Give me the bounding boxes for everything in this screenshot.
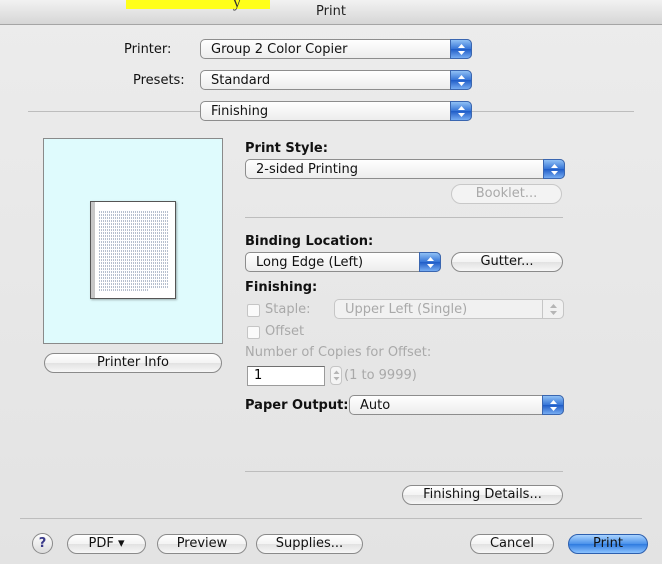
print-style-value: 2-sided Printing	[256, 162, 358, 177]
print-button[interactable]: Print	[568, 534, 648, 554]
copies-range-text: (1 to 9999)	[344, 368, 417, 383]
popup-arrows-icon	[542, 299, 564, 319]
panel-value: Finishing	[211, 104, 269, 119]
footer-separator	[20, 518, 642, 519]
supplies-button[interactable]: Supplies...	[256, 534, 363, 554]
panel-popup[interactable]: Finishing	[200, 101, 472, 121]
finishing-details-button[interactable]: Finishing Details...	[402, 485, 563, 505]
popup-arrows-icon	[542, 395, 564, 415]
finishing-label: Finishing:	[245, 280, 318, 295]
presets-popup[interactable]: Standard	[200, 70, 472, 90]
staple-label: Staple:	[265, 302, 311, 317]
binding-location-value: Long Edge (Left)	[256, 255, 364, 270]
popup-arrows-icon	[543, 159, 565, 179]
paper-output-popup[interactable]: Auto	[349, 395, 564, 415]
popup-arrows-icon	[450, 70, 472, 90]
stepper-arrows-icon	[333, 370, 340, 381]
pdf-menu-button[interactable]: PDF ▾	[67, 534, 146, 554]
staple-popup[interactable]: Upper Left (Single)	[334, 299, 564, 319]
gutter-button[interactable]: Gutter...	[451, 252, 563, 272]
title-bar: y Print	[0, 0, 662, 25]
offset-checkbox[interactable]	[247, 326, 260, 339]
binding-location-popup[interactable]: Long Edge (Left)	[245, 252, 441, 272]
page-preview	[43, 138, 223, 344]
print-dialog: y Print Printer: Group 2 Color Copier Pr…	[0, 0, 662, 564]
printer-value: Group 2 Color Copier	[211, 42, 348, 57]
printer-label: Printer:	[124, 42, 172, 57]
copies-for-offset-label: Number of Copies for Offset:	[245, 345, 432, 360]
presets-label: Presets:	[133, 73, 185, 88]
preview-button[interactable]: Preview	[157, 534, 247, 554]
printer-info-button[interactable]: Printer Info	[44, 353, 222, 373]
cancel-button[interactable]: Cancel	[470, 534, 554, 554]
binding-location-label: Binding Location:	[245, 234, 374, 249]
offset-label: Offset	[265, 324, 305, 339]
copies-for-offset-field[interactable]: 1	[247, 366, 325, 386]
paper-output-value: Auto	[360, 398, 391, 413]
section-separator	[245, 217, 563, 218]
copies-stepper[interactable]	[330, 366, 342, 385]
page-text-lines-icon	[99, 211, 169, 291]
binding-edge	[91, 202, 95, 298]
staple-value: Upper Left (Single)	[345, 302, 468, 317]
print-style-popup[interactable]: 2-sided Printing	[245, 159, 565, 179]
booklet-button[interactable]: Booklet...	[451, 184, 562, 204]
paper-output-label: Paper Output:	[245, 398, 349, 413]
preview-page	[90, 201, 176, 299]
printer-popup[interactable]: Group 2 Color Copier	[200, 39, 472, 59]
popup-arrows-icon	[419, 252, 441, 272]
popup-arrows-icon	[450, 39, 472, 59]
presets-value: Standard	[211, 73, 271, 88]
popup-arrows-icon	[450, 101, 472, 121]
print-style-label: Print Style:	[245, 141, 328, 156]
window-title: Print	[316, 4, 346, 19]
help-button[interactable]: ?	[32, 533, 53, 554]
details-separator	[245, 471, 563, 472]
staple-checkbox[interactable]	[247, 304, 260, 317]
